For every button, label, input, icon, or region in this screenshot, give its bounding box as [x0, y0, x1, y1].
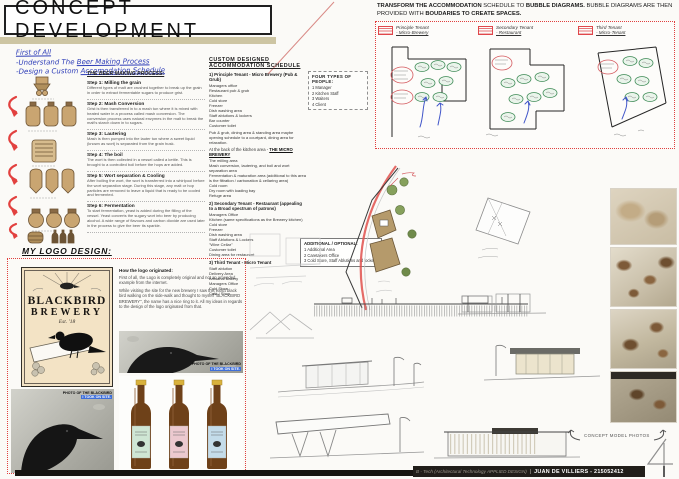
model-label-text: CONCEPT MODEL PHOTOS [584, 433, 650, 438]
bubble-subtitle: - Restaurant [496, 30, 533, 35]
process-step: Step 3: Lautering Mash is then pumped in… [87, 130, 205, 151]
list-item: Mash conversion, lautering, and boil and… [209, 163, 306, 173]
bubble-diagram-secondary: Secondary Tenant - Restaurant [478, 25, 575, 145]
intro-bold: BOUDARIES TO CREATE SPACES. [425, 11, 521, 17]
brewing-equipment-icons [2, 74, 84, 244]
beer-bottles-illustration [119, 376, 243, 473]
tenant-2-title: 2) Secondary Tenant - Restaurant (appeal… [209, 201, 306, 211]
blackbird-photo: PHOTO OF THE BLACKBIRD I TOOK ON SITE. [119, 331, 243, 373]
beer-process-column: THE BEER MAKING PROCESS: Step 1: Milling… [87, 71, 205, 233]
blackbird-silhouette [11, 389, 114, 473]
tenant-1-list: Managers officeRestaurant pub & grubKitc… [209, 83, 306, 128]
logo-est: Est. '18 [59, 319, 75, 325]
logo-name-line1: BLACKBIRD [28, 295, 107, 307]
four-types-list: 1 Manager2 Kitchen Staff3 Waiters4 Clien… [312, 85, 364, 107]
process-step: Step 5: Wort separation & Cooling After … [87, 172, 205, 203]
four-types-title: FOUR TYPES OF PEOPLE: [312, 74, 364, 84]
intro-text: SCHEDULE TO [482, 3, 526, 9]
equipment-illustrations [26, 77, 80, 243]
bubble-diagram-sketch [578, 39, 675, 145]
bubble-diagram-sketch [478, 39, 575, 145]
tenant-1-note: Pub & grub, dining area & standing area … [209, 130, 306, 145]
canopy-perspective-sketch [268, 412, 428, 464]
process-step: Step 4: The boil The wort is then collec… [87, 151, 205, 172]
process-step: Step 2: Mash Conversion Grist is then tr… [87, 100, 205, 131]
building-perspective-sketch [482, 338, 604, 386]
intro-bold: BUBBLE DIAGRAMS. [526, 3, 585, 9]
note-line: -Understand The [16, 58, 77, 67]
note-underlined: Beer Making Process [77, 57, 150, 66]
process-step: Step 6: Fermentation To start fermentati… [87, 202, 205, 233]
long-elevation-sketch [432, 420, 582, 466]
footer-separator: | [530, 469, 531, 475]
beer-bottles-photo [119, 376, 243, 473]
small-elevation-sketch [456, 286, 548, 320]
bubble-diagram-principle: Principle Tenant - Micro-Brewery [378, 25, 475, 145]
process-step: Step 1: Milling the grain Different type… [87, 79, 205, 100]
logo-story: How the logo originated: First of all, t… [119, 268, 243, 309]
title-underline-bar [0, 37, 276, 44]
bubble-diagrams-panel: Principle Tenant - Micro-Brewery [375, 21, 675, 149]
red-stamp-icon [378, 26, 393, 35]
beer-process-heading: THE BEER MAKING PROCESS: [87, 71, 205, 77]
list-item: Customer toilet [209, 123, 306, 128]
poster: CONCEPT DEVELOPMENT First of All -Unders… [0, 0, 679, 479]
accommodation-heading: CUSTOM DESIGNED ACCOMMODATION SCHEDULE [209, 57, 306, 69]
footer-credits: B - Tech (Architectural Technology APPLI… [413, 466, 645, 477]
concept-model-photo [610, 371, 677, 423]
plan-sketches [246, 228, 332, 294]
site-plan-sketch [332, 152, 460, 312]
site-tree-photo [610, 188, 677, 245]
note-line: First of All [16, 48, 51, 56]
bubble-subtitle: - Micro-Tenant [596, 30, 625, 35]
list-item: Refuge area [209, 193, 306, 198]
list-item: 4 Client [312, 102, 364, 108]
photo-caption: PHOTO OF THE BLACKBIRD I TOOK ON SITE. [63, 391, 112, 400]
logo-story-title: How the logo originated: [119, 268, 243, 273]
tenant-1-title: 1) Principle Tenant - Micro Brewery (Pub… [209, 72, 306, 82]
four-types-box: FOUR TYPES OF PEOPLE: 1 Manager2 Kitchen… [308, 71, 368, 110]
logo-bird-illustration [24, 326, 110, 378]
plan-sketch-rotated [458, 192, 542, 274]
red-stamp-icon [578, 26, 593, 35]
logo-story-p2: While visiting the site for the new brew… [119, 288, 243, 310]
logo-panel: BLACKBIRD BREWERY Est. '18 How the logo … [7, 258, 246, 474]
bubble-diagram-sketch [378, 39, 475, 145]
intro-bold: TRANSFORM THE ACCOMMODATION [377, 3, 482, 9]
footer-program: B - Tech (Architectural Technology APPLI… [416, 469, 527, 474]
bubble-intro-text: TRANSFORM THE ACCOMMODATION SCHEDULE TO … [377, 3, 675, 18]
micro-brewery-subhead: At the back of the kitchen area - THE MI… [209, 147, 306, 157]
street-perspective-sketch [276, 352, 426, 400]
blackbird-logo: BLACKBIRD BREWERY Est. '18 [21, 267, 113, 387]
logo-story-p1: First of all, the Logo is completely ori… [119, 275, 243, 286]
arrow-head [11, 110, 18, 239]
page-title-box: CONCEPT DEVELOPMENT [4, 5, 272, 35]
logo-top-ornament [27, 271, 107, 295]
photo-caption: PHOTO OF THE BLACKBIRD I TOOK ON SITE. [192, 362, 241, 371]
list-item: Fermentation & maturation area (addition… [209, 173, 306, 183]
bubble-diagram-third: Third Tenant - Micro-Tenant [578, 25, 675, 145]
footer-bar [15, 470, 413, 476]
red-stamp-icon [478, 26, 493, 35]
logo-section-heading: MY LOGO DESIGN: [22, 246, 112, 256]
concept-model-photo [610, 247, 677, 307]
bubble-subtitle: - Micro-Brewery [396, 30, 429, 35]
footer-author: JUAN DE VILLIERS - 215052412 [534, 469, 624, 475]
page-number-numeral [642, 436, 678, 478]
concept-model-photo [610, 309, 677, 369]
curved-arrow-left-icon [566, 428, 582, 442]
micro-brewery-list: The milling areaMash conversion, lauteri… [209, 158, 306, 198]
logo-name-line2: BREWERY [31, 307, 103, 318]
blackbird-photo: PHOTO OF THE BLACKBIRD I TOOK ON SITE. [11, 389, 114, 473]
